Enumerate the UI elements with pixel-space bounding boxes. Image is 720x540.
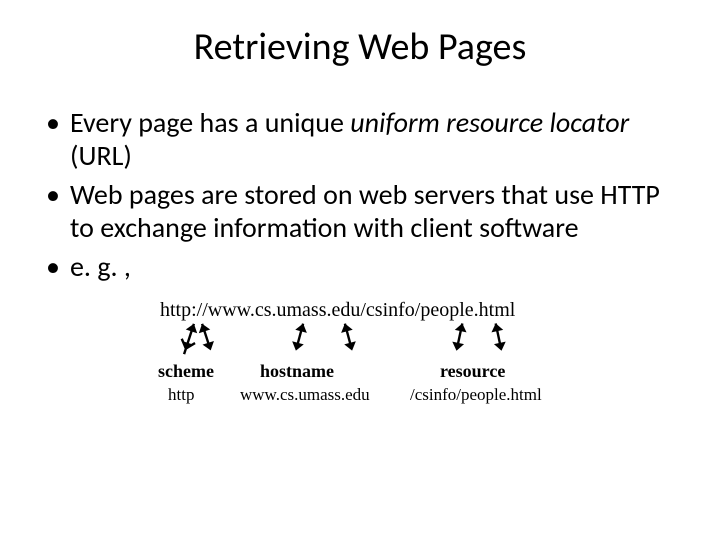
label-scheme: scheme bbox=[158, 361, 214, 382]
arrow-icon bbox=[487, 322, 511, 357]
arrow-icon bbox=[193, 321, 220, 357]
bullet-1-em: uniform resource locator bbox=[350, 105, 629, 140]
value-resource: /csinfo/people.html bbox=[410, 385, 542, 405]
bullet-1: Every page has a unique uniform resource… bbox=[70, 106, 680, 178]
label-hostname: hostname bbox=[260, 361, 334, 382]
arrow-icon bbox=[286, 321, 312, 357]
arrow-icon bbox=[336, 321, 362, 357]
url-diagram: http://www.cs.umass.edu/csinfo/people.ht… bbox=[110, 299, 610, 419]
url-text: http://www.cs.umass.edu/csinfo/people.ht… bbox=[160, 299, 515, 322]
slide-title: Retrieving Web Pages bbox=[0, 0, 720, 80]
slide-body: Every page has a unique uniform resource… bbox=[0, 80, 720, 419]
bullet-1-pre: Every page has a unique bbox=[70, 105, 350, 140]
bullet-list: Every page has a unique uniform resource… bbox=[40, 106, 680, 289]
value-hostname: www.cs.umass.edu bbox=[240, 385, 370, 405]
bullet-2: Web pages are stored on web servers that… bbox=[70, 178, 680, 250]
value-scheme: http bbox=[168, 385, 194, 405]
arrow-icon bbox=[447, 322, 471, 357]
label-resource: resource bbox=[440, 361, 505, 382]
slide: Retrieving Web Pages Every page has a un… bbox=[0, 0, 720, 540]
bullet-1-post: (URL) bbox=[70, 138, 132, 173]
bullet-3: e. g. , bbox=[70, 250, 680, 289]
